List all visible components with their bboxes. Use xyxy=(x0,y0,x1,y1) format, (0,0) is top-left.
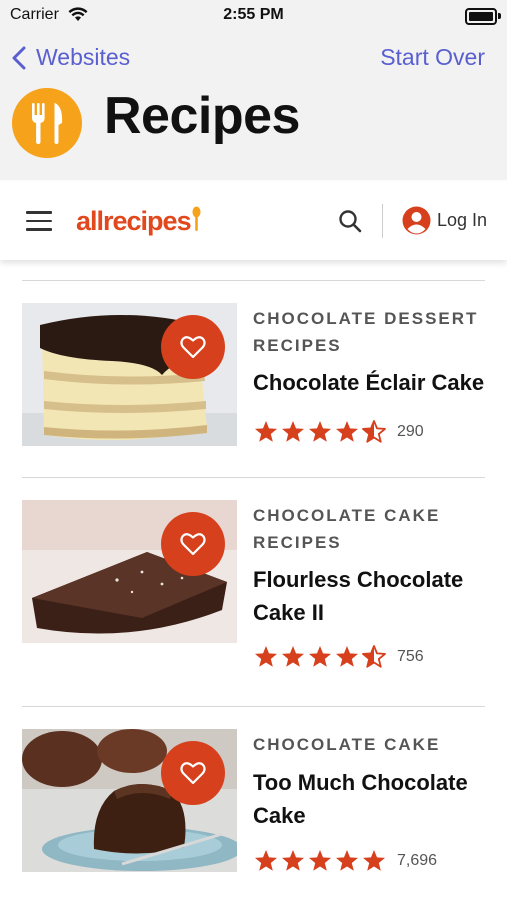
battery-icon xyxy=(465,8,497,25)
back-button[interactable]: Websites xyxy=(12,44,130,71)
star-icon xyxy=(336,646,358,667)
search-icon[interactable] xyxy=(338,209,362,238)
status-bar: Carrier 2:55 PM xyxy=(0,0,507,34)
star-icon xyxy=(336,421,358,442)
star-rating: 290 xyxy=(254,420,424,443)
login-link[interactable]: Log In xyxy=(437,210,487,231)
recipe-title[interactable]: Too Much Chocolate Cake xyxy=(253,766,485,832)
logo-text: allrecipes xyxy=(76,206,192,236)
fork-knife-icon xyxy=(12,88,82,158)
back-label: Websites xyxy=(36,44,131,70)
star-rating: 7,696 xyxy=(254,849,437,872)
user-account-icon[interactable] xyxy=(402,206,431,240)
recipe-category[interactable]: CHOCOLATE CAKE xyxy=(253,731,485,758)
navigation-header: Websites Start Over Recipes xyxy=(0,34,507,180)
start-over-button[interactable]: Start Over xyxy=(380,44,485,71)
recipe-card[interactable]: CHOCOLATE DESSERT RECIPES Chocolate Écla… xyxy=(22,280,485,477)
star-icon xyxy=(363,850,385,871)
rating-count: 756 xyxy=(397,647,424,665)
recipe-list: CHOCOLATE DESSERT RECIPES Chocolate Écla… xyxy=(22,280,485,903)
star-rating: 756 xyxy=(254,645,424,668)
star-icon xyxy=(255,646,277,667)
clock: 2:55 PM xyxy=(223,6,284,23)
save-heart-button[interactable] xyxy=(161,315,225,379)
star-icon xyxy=(309,646,331,667)
star-icon xyxy=(309,850,331,871)
recipe-card[interactable]: CHOCOLATE CAKE Too Much Chocolate Cake 7… xyxy=(22,706,485,903)
recipe-image[interactable] xyxy=(22,500,237,643)
half-star-icon xyxy=(362,420,386,443)
recipe-category[interactable]: CHOCOLATE CAKE RECIPES xyxy=(253,502,485,556)
star-icon xyxy=(282,421,304,442)
recipe-image[interactable] xyxy=(22,729,237,872)
heart-icon xyxy=(180,336,206,359)
allrecipes-logo[interactable]: allrecipes xyxy=(76,204,201,237)
recipe-category[interactable]: CHOCOLATE DESSERT RECIPES xyxy=(253,305,485,359)
star-icon xyxy=(282,646,304,667)
star-icon xyxy=(309,421,331,442)
save-heart-button[interactable] xyxy=(161,512,225,576)
heart-icon xyxy=(180,533,206,556)
recipe-title[interactable]: Chocolate Éclair Cake xyxy=(253,366,485,399)
star-icon xyxy=(336,850,358,871)
chevron-left-icon xyxy=(12,46,26,69)
toolbar-divider xyxy=(382,204,383,238)
recipe-title[interactable]: Flourless Chocolate Cake II xyxy=(253,563,485,629)
recipe-card[interactable]: CHOCOLATE CAKE RECIPES Flourless Chocola… xyxy=(22,477,485,706)
star-icon xyxy=(255,421,277,442)
save-heart-button[interactable] xyxy=(161,741,225,805)
rating-count: 7,696 xyxy=(397,851,438,869)
site-header: allrecipes Log In xyxy=(0,182,507,260)
half-star-icon xyxy=(362,645,386,668)
rating-count: 290 xyxy=(397,422,424,440)
star-icon xyxy=(255,850,277,871)
star-icon xyxy=(282,850,304,871)
spoon-icon xyxy=(192,206,201,232)
hamburger-menu-icon[interactable] xyxy=(26,211,52,231)
recipe-image[interactable] xyxy=(22,303,237,446)
heart-icon xyxy=(180,762,206,785)
battery-tip xyxy=(498,13,501,19)
page-title: Recipes xyxy=(104,87,300,145)
